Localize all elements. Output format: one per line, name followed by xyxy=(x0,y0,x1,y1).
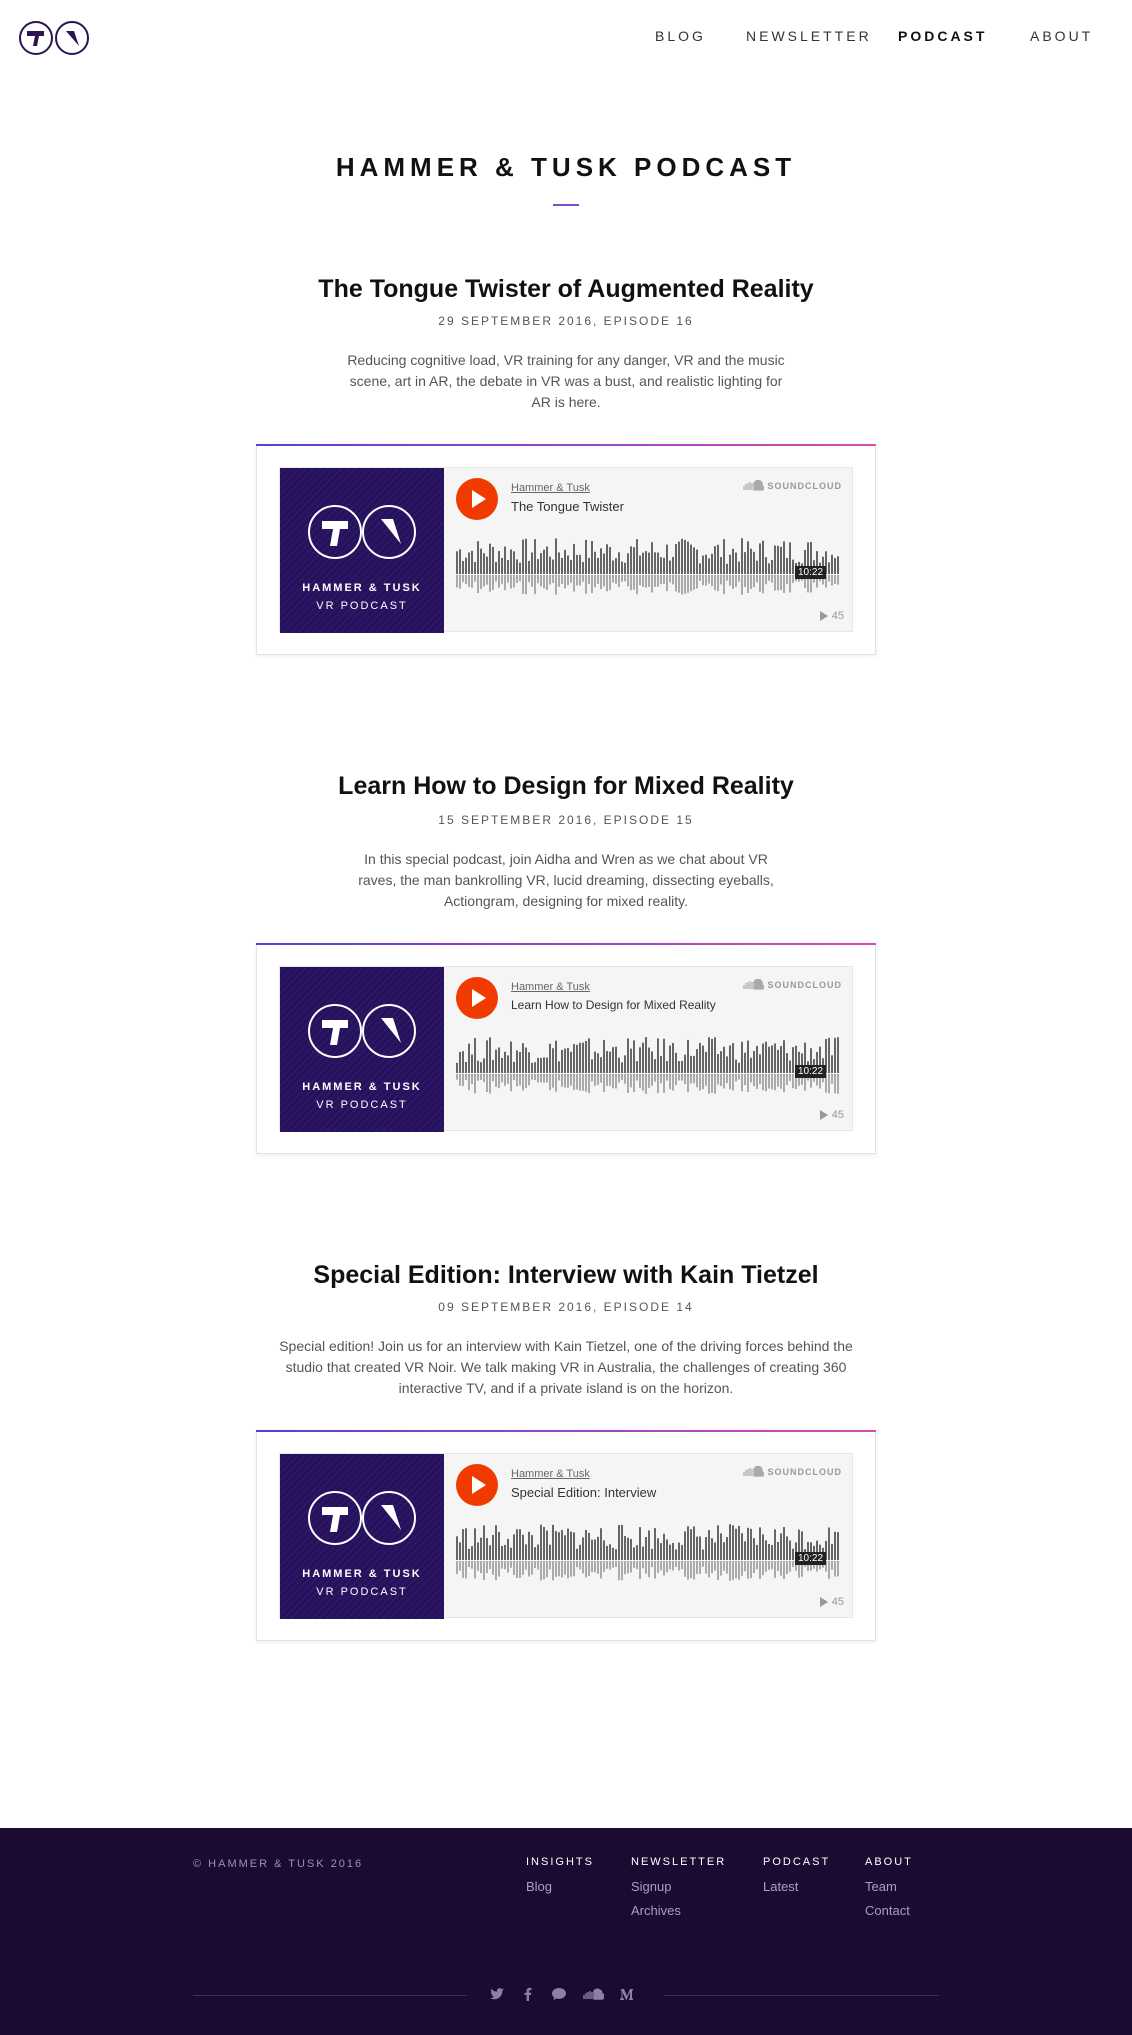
medium-icon[interactable] xyxy=(619,1986,635,2002)
soundcloud-icon[interactable] xyxy=(582,1986,606,2002)
nav-blog[interactable]: BLOG xyxy=(655,28,706,44)
nav-podcast[interactable]: PODCAST xyxy=(898,28,987,44)
podcast-artwork: HAMMER & TUSK VR PODCAST xyxy=(280,967,444,1132)
play-button[interactable] xyxy=(456,977,498,1019)
player-card: HAMMER & TUSK VR PODCAST Hammer & Tusk L… xyxy=(256,943,876,1154)
site-header: BLOG NEWSLETTER PODCAST ABOUT xyxy=(0,0,1132,76)
player-card: HAMMER & TUSK VR PODCAST Hammer & Tusk T… xyxy=(256,444,876,655)
artwork-title: HAMMER & TUSK xyxy=(302,582,422,594)
footer-col-insights: INSIGHTS Blog xyxy=(526,1856,594,1903)
track-title[interactable]: Special Edition: Interview xyxy=(511,1485,656,1500)
footer-col-newsletter: NEWSLETTER Signup Archives xyxy=(631,1856,726,1927)
track-user-link[interactable]: Hammer & Tusk xyxy=(511,482,590,494)
footer-link-latest[interactable]: Latest xyxy=(763,1879,830,1894)
play-count: 45 xyxy=(819,1109,844,1121)
card-accent-rule xyxy=(256,444,876,446)
soundcloud-icon xyxy=(742,1466,764,1477)
footer-divider-left xyxy=(193,1995,467,1996)
provider-label: SOUNDCLOUD xyxy=(767,480,842,491)
provider-label: SOUNDCLOUD xyxy=(767,1466,842,1477)
chat-icon[interactable] xyxy=(551,1986,567,2002)
play-button[interactable] xyxy=(456,478,498,520)
provider-label: SOUNDCLOUD xyxy=(767,979,842,990)
episode-description: In this special podcast, join Aidha and … xyxy=(358,851,774,909)
soundcloud-brand[interactable]: SOUNDCLOUD xyxy=(742,979,843,990)
play-button[interactable] xyxy=(456,1464,498,1506)
footer-link-archives[interactable]: Archives xyxy=(631,1903,726,1918)
card-accent-rule xyxy=(256,1430,876,1432)
plays-icon xyxy=(819,1110,828,1120)
facebook-icon[interactable] xyxy=(520,1986,536,2002)
play-count-value: 45 xyxy=(831,1596,844,1608)
site-footer: © HAMMER & TUSK 2016 INSIGHTS Blog NEWSL… xyxy=(0,1828,1132,2035)
duration-label: 10:22 xyxy=(795,1552,827,1565)
play-count: 45 xyxy=(819,1596,844,1608)
episode-description: Special edition! Join us for an intervie… xyxy=(279,1338,853,1396)
track-title[interactable]: The Tongue Twister xyxy=(511,499,624,514)
nav-newsletter[interactable]: NEWSLETTER xyxy=(746,28,872,44)
footer-link-signup[interactable]: Signup xyxy=(631,1879,726,1894)
footer-heading: INSIGHTS xyxy=(526,1856,594,1868)
footer-divider-right xyxy=(664,1995,939,1996)
soundcloud-player[interactable]: HAMMER & TUSK VR PODCAST Hammer & Tusk T… xyxy=(279,467,853,633)
footer-link-contact[interactable]: Contact xyxy=(865,1903,913,1918)
plays-icon xyxy=(819,1597,828,1607)
artwork-subtitle: VR PODCAST xyxy=(316,1099,408,1111)
play-count-value: 45 xyxy=(831,1109,844,1121)
play-count-value: 45 xyxy=(831,610,844,622)
social-links xyxy=(489,1986,635,2002)
copyright: © HAMMER & TUSK 2016 xyxy=(193,1858,364,1870)
artwork-title: HAMMER & TUSK xyxy=(302,1081,422,1093)
episode-meta: 15 SEPTEMBER 2016, EPISODE 15 xyxy=(438,813,694,827)
page-title: HAMMER & TUSK PODCAST xyxy=(335,152,797,182)
waveform[interactable] xyxy=(456,1033,842,1095)
podcast-artwork: HAMMER & TUSK VR PODCAST xyxy=(280,1454,444,1619)
twitter-icon[interactable] xyxy=(489,1986,505,2002)
duration-label: 10:22 xyxy=(795,1065,827,1078)
episode-description: Reducing cognitive load, VR training for… xyxy=(347,352,785,410)
artwork-title: HAMMER & TUSK xyxy=(302,1568,422,1580)
episode-title[interactable]: Learn How to Design for Mixed Reality xyxy=(0,772,1132,801)
artwork-subtitle: VR PODCAST xyxy=(316,1586,408,1598)
track-user-link[interactable]: Hammer & Tusk xyxy=(511,981,590,993)
track-title[interactable]: Learn How to Design for Mixed Reality xyxy=(511,998,716,1012)
soundcloud-icon xyxy=(742,480,764,491)
logo-icon[interactable] xyxy=(18,20,91,56)
player-card: HAMMER & TUSK VR PODCAST Hammer & Tusk S… xyxy=(256,1430,876,1641)
footer-link-team[interactable]: Team xyxy=(865,1879,913,1894)
episode-title[interactable]: The Tongue Twister of Augmented Reality xyxy=(0,275,1132,304)
footer-col-about: ABOUT Team Contact xyxy=(865,1856,913,1927)
footer-heading: NEWSLETTER xyxy=(631,1856,727,1868)
footer-heading: PODCAST xyxy=(763,1856,831,1868)
waveform[interactable] xyxy=(456,534,842,596)
episode-meta: 09 SEPTEMBER 2016, EPISODE 14 xyxy=(438,1300,694,1314)
duration-label: 10:22 xyxy=(795,566,827,579)
soundcloud-brand[interactable]: SOUNDCLOUD xyxy=(742,480,843,491)
soundcloud-player[interactable]: HAMMER & TUSK VR PODCAST Hammer & Tusk L… xyxy=(279,966,853,1132)
soundcloud-icon xyxy=(742,979,764,990)
plays-icon xyxy=(819,611,828,621)
title-divider xyxy=(553,204,579,206)
soundcloud-brand[interactable]: SOUNDCLOUD xyxy=(742,1466,843,1477)
nav-about[interactable]: ABOUT xyxy=(1030,28,1093,44)
footer-heading: ABOUT xyxy=(865,1856,913,1868)
soundcloud-player[interactable]: HAMMER & TUSK VR PODCAST Hammer & Tusk S… xyxy=(279,1453,853,1619)
footer-col-podcast: PODCAST Latest xyxy=(763,1856,830,1903)
play-count: 45 xyxy=(819,610,844,622)
card-accent-rule xyxy=(256,943,876,945)
artwork-subtitle: VR PODCAST xyxy=(316,600,408,612)
episode-title[interactable]: Special Edition: Interview with Kain Tie… xyxy=(0,1261,1132,1290)
footer-link-blog[interactable]: Blog xyxy=(526,1879,594,1894)
podcast-artwork: HAMMER & TUSK VR PODCAST xyxy=(280,468,444,633)
track-user-link[interactable]: Hammer & Tusk xyxy=(511,1468,590,1480)
waveform[interactable] xyxy=(456,1520,842,1582)
episode-meta: 29 SEPTEMBER 2016, EPISODE 16 xyxy=(438,314,694,328)
